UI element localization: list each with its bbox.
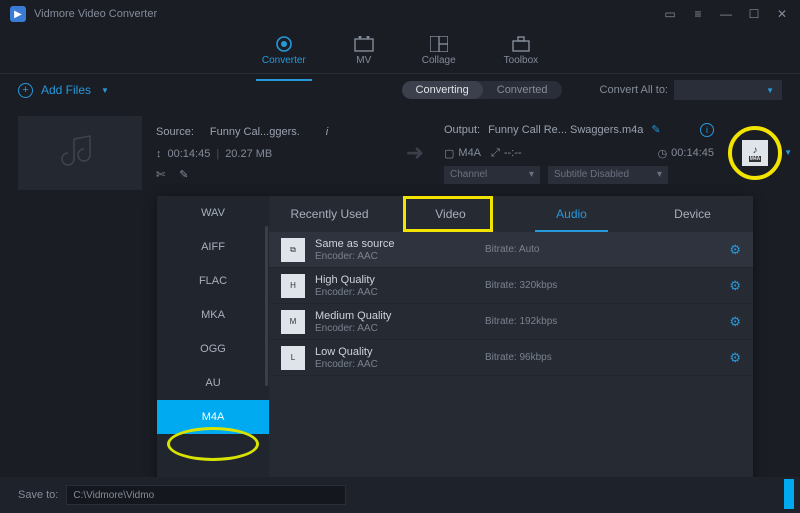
panel-tabs: Recently Used Video Audio Device xyxy=(269,196,753,232)
mode-toolbox[interactable]: Toolbox xyxy=(504,35,538,66)
output-format: M4A xyxy=(458,147,481,159)
tab-device[interactable]: Device xyxy=(632,196,753,232)
reorder-icon[interactable]: ↕ xyxy=(156,148,162,160)
preset-icon: L xyxy=(281,346,305,370)
toolbar: + Add Files ▼ Converting Converted Conve… xyxy=(0,74,800,106)
chat-icon[interactable]: ▭ xyxy=(662,7,678,21)
preset-same-as-source[interactable]: ⧉ Same as sourceEncoder: AAC Bitrate: Au… xyxy=(269,232,753,268)
tab-recently-used[interactable]: Recently Used xyxy=(269,196,390,232)
converter-icon xyxy=(274,35,294,53)
preset-high-quality[interactable]: H High QualityEncoder: AAC Bitrate: 320k… xyxy=(269,268,753,304)
source-label: Source: xyxy=(156,126,194,138)
music-note-icon xyxy=(60,133,100,173)
sidebar-item-mka[interactable]: MKA xyxy=(157,298,269,332)
file-thumbnail[interactable] xyxy=(18,116,142,190)
edit-icon[interactable]: ✎ xyxy=(179,168,188,181)
tab-video[interactable]: Video xyxy=(390,196,511,232)
screen-icon: ▢ xyxy=(444,147,454,160)
highlight-circle xyxy=(728,126,782,180)
minimize-icon[interactable]: — xyxy=(718,7,734,21)
rename-icon[interactable]: ✎ xyxy=(651,123,660,136)
file-row: Source: Funny Cal...ggers. i ↕ 00:14:45 … xyxy=(0,106,800,196)
plus-icon: + xyxy=(18,83,33,98)
info-icon[interactable]: i xyxy=(326,126,328,138)
close-icon[interactable]: ✕ xyxy=(774,7,790,21)
titlebar: ▶ Vidmore Video Converter ▭ ≡ — ☐ ✕ xyxy=(0,0,800,28)
gear-icon[interactable]: ⚙ xyxy=(729,314,741,330)
mv-icon xyxy=(354,35,374,53)
sidebar-item-flac[interactable]: FLAC xyxy=(157,264,269,298)
output-info-icon[interactable]: i xyxy=(700,123,714,137)
mode-collage[interactable]: Collage xyxy=(422,35,456,66)
preset-icon: ⧉ xyxy=(281,238,305,262)
status-filter: Converting Converted xyxy=(402,81,562,99)
output-res: --:-- xyxy=(504,147,522,159)
collage-icon xyxy=(429,35,449,53)
source-duration: 00:14:45 xyxy=(168,148,211,160)
convert-button[interactable] xyxy=(784,479,794,509)
convert-all-dropdown[interactable]: ▼ xyxy=(674,80,782,100)
channel-select[interactable]: Channel▾ xyxy=(444,166,540,184)
footer: Save to: C:\Vidmore\Vidmo xyxy=(0,477,800,513)
toolbox-icon xyxy=(511,35,531,53)
source-size: 20.27 MB xyxy=(225,148,272,160)
output-label: Output: xyxy=(444,124,480,136)
gear-icon[interactable]: ⚙ xyxy=(729,242,741,258)
maximize-icon[interactable]: ☐ xyxy=(746,7,762,21)
convert-all-label: Convert All to: xyxy=(600,84,668,96)
scrollbar[interactable] xyxy=(265,226,268,386)
source-filename: Funny Cal...ggers. xyxy=(210,126,300,138)
mode-converter[interactable]: Converter xyxy=(262,35,306,66)
add-files-button[interactable]: + Add Files ▼ xyxy=(18,83,109,98)
app-title: Vidmore Video Converter xyxy=(34,8,662,20)
tab-converted[interactable]: Converted xyxy=(483,81,562,99)
menu-icon[interactable]: ≡ xyxy=(690,7,706,21)
caret-down-icon: ▼ xyxy=(101,86,109,95)
preset-medium-quality[interactable]: M Medium QualityEncoder: AAC Bitrate: 19… xyxy=(269,304,753,340)
preset-icon: H xyxy=(281,274,305,298)
mode-mv[interactable]: MV xyxy=(354,35,374,66)
tab-converting[interactable]: Converting xyxy=(402,81,483,99)
save-path-input[interactable]: C:\Vidmore\Vidmo xyxy=(66,485,346,505)
sidebar-item-au[interactable]: AU xyxy=(157,366,269,400)
format-sidebar: WAV AIFF FLAC MKA OGG AU M4A xyxy=(157,196,269,496)
app-logo: ▶ xyxy=(10,6,26,22)
output-duration: 00:14:45 xyxy=(671,147,714,159)
format-panel: WAV AIFF FLAC MKA OGG AU M4A Recently Us… xyxy=(157,196,753,496)
save-to-label: Save to: xyxy=(18,489,58,501)
cut-icon[interactable]: ✄ xyxy=(156,168,165,181)
caret-down-icon[interactable]: ▼ xyxy=(784,148,792,157)
output-filename: Funny Call Re... Swaggers.m4a xyxy=(488,124,643,136)
tab-audio[interactable]: Audio xyxy=(511,196,632,232)
sidebar-item-wav[interactable]: WAV xyxy=(157,196,269,230)
preset-low-quality[interactable]: L Low QualityEncoder: AAC Bitrate: 96kbp… xyxy=(269,340,753,376)
preset-icon: M xyxy=(281,310,305,334)
subtitle-select[interactable]: Subtitle Disabled▾ xyxy=(548,166,668,184)
gear-icon[interactable]: ⚙ xyxy=(729,350,741,366)
expand-icon: ⤢ xyxy=(491,147,500,160)
sidebar-item-ogg[interactable]: OGG xyxy=(157,332,269,366)
clock-icon: ◷ xyxy=(658,147,668,160)
mode-bar: Converter MV Collage Toolbox xyxy=(0,28,800,74)
arrow-right-icon: ➜ xyxy=(400,140,430,166)
sidebar-item-m4a[interactable]: M4A xyxy=(157,400,269,434)
sidebar-item-aiff[interactable]: AIFF xyxy=(157,230,269,264)
preset-list: ⧉ Same as sourceEncoder: AAC Bitrate: Au… xyxy=(269,232,753,496)
gear-icon[interactable]: ⚙ xyxy=(729,278,741,294)
